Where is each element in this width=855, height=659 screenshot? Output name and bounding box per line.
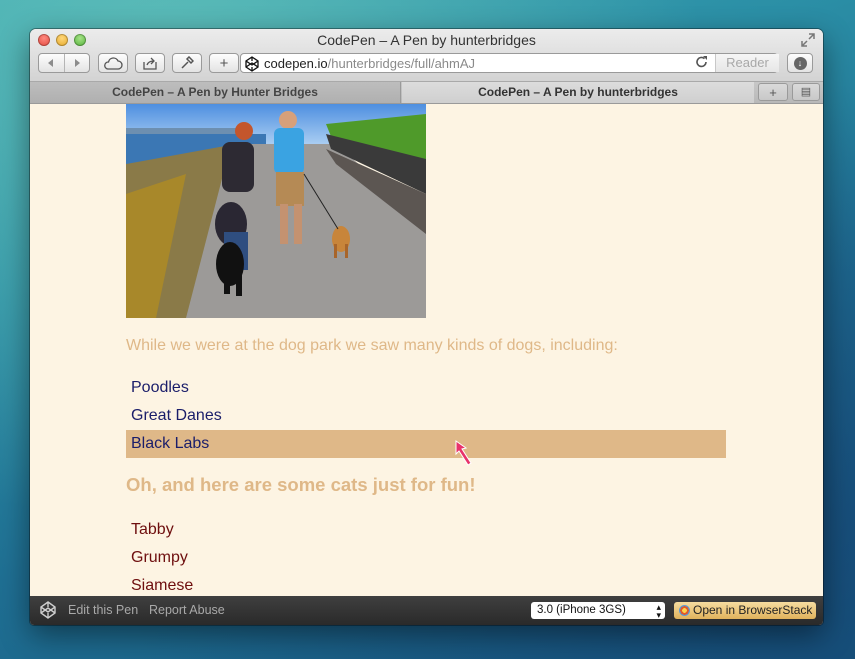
share-icon: [143, 57, 157, 70]
plus-icon: +: [769, 85, 777, 100]
title-bar: CodePen – A Pen by hunterbridges + codep…: [30, 29, 823, 82]
tab-bar: CodePen – A Pen by Hunter Bridges CodePe…: [30, 82, 823, 104]
list-item[interactable]: Poodles: [126, 374, 726, 402]
list-item-highlighted[interactable]: Black Labs: [126, 430, 726, 458]
page-content: While we were at the dog park we saw man…: [30, 104, 823, 596]
device-select[interactable]: 3.0 (iPhone 3GS) ▴ ▾: [531, 602, 665, 620]
reload-icon[interactable]: [695, 55, 708, 72]
codepen-logo-icon[interactable]: [39, 601, 57, 619]
plus-icon: +: [219, 54, 229, 72]
list-item[interactable]: Siamese: [126, 572, 726, 596]
select-arrows-icon: ▴ ▾: [656, 602, 661, 620]
forward-arrow-icon: [74, 59, 80, 67]
browserstack-logo-icon: [679, 605, 690, 616]
new-tab-button[interactable]: +: [758, 83, 788, 101]
forward-button[interactable]: [63, 54, 90, 72]
list-item[interactable]: Great Danes: [126, 402, 726, 430]
cats-heading: Oh, and here are some cats just for fun!: [126, 474, 476, 495]
list-item[interactable]: Grumpy: [126, 544, 726, 572]
open-in-browserstack-button[interactable]: Open in BrowserStack: [674, 602, 816, 619]
dog-walk-photo: [126, 104, 426, 318]
dog-list: Poodles Great Danes Black Labs: [126, 374, 726, 458]
share-button[interactable]: [135, 53, 165, 73]
back-forward-group: [38, 53, 90, 73]
downloads-button[interactable]: ↓: [787, 53, 813, 73]
report-abuse-link[interactable]: Report Abuse: [149, 603, 225, 617]
hammer-icon: [181, 56, 194, 69]
fullscreen-icon[interactable]: [801, 33, 815, 47]
codepen-footer-bar: Edit this Pen Report Abuse 3.0 (iPhone 3…: [30, 596, 823, 625]
url-host: codepen.io: [264, 56, 328, 71]
extension-button[interactable]: [172, 53, 202, 73]
device-select-value: 3.0 (iPhone 3GS): [537, 604, 626, 616]
back-button[interactable]: [39, 54, 64, 72]
url-text: codepen.io/hunterbridges/full/ahmAJ: [264, 56, 475, 71]
cloud-icon: [104, 56, 123, 70]
tab-overview-button[interactable]: ▤: [792, 83, 820, 101]
back-arrow-icon: [48, 59, 54, 67]
codepen-favicon-icon: [244, 56, 260, 72]
url-path: /hunterbridges/full/ahmAJ: [327, 56, 476, 71]
icloud-tabs-button[interactable]: [98, 53, 128, 73]
download-icon: ↓: [793, 56, 807, 70]
window-title: CodePen – A Pen by hunterbridges: [317, 32, 536, 48]
browserstack-label: Open in BrowserStack: [693, 603, 813, 617]
tab-hunterbridges[interactable]: CodePen – A Pen by hunterbridges: [402, 82, 754, 103]
mouse-pointer-icon: [453, 439, 477, 471]
browser-window: CodePen – A Pen by hunterbridges + codep…: [30, 29, 823, 625]
intro-paragraph: While we were at the dog park we saw man…: [126, 337, 618, 354]
address-bar[interactable]: codepen.io/hunterbridges/full/ahmAJ Read…: [240, 53, 779, 73]
add-bookmark-button[interactable]: +: [209, 53, 239, 73]
list-item[interactable]: Tabby: [126, 516, 726, 544]
tab-list-icon: ▤: [800, 86, 812, 98]
edit-pen-link[interactable]: Edit this Pen: [68, 603, 138, 617]
tab-hunter-bridges[interactable]: CodePen – A Pen by Hunter Bridges: [30, 82, 401, 103]
cat-list: Tabby Grumpy Siamese: [126, 516, 726, 596]
reader-button[interactable]: Reader: [715, 54, 779, 72]
